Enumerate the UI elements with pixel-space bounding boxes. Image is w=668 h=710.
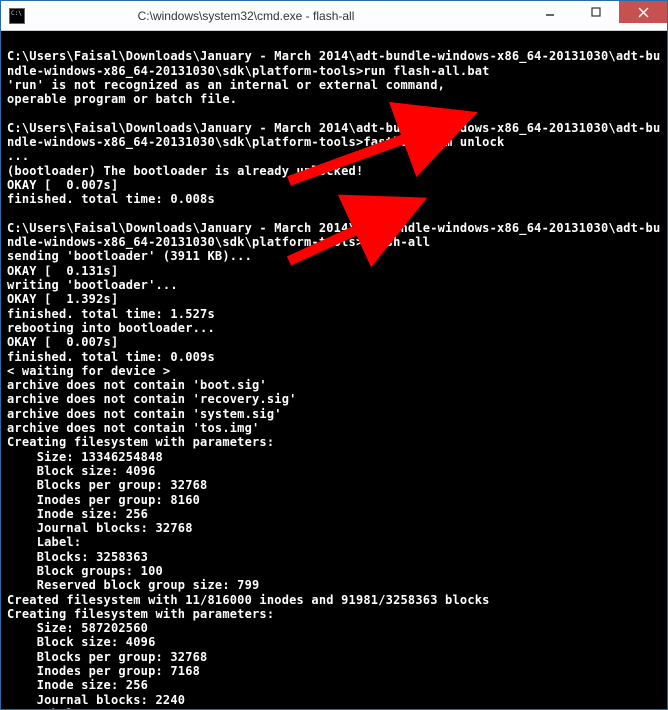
maximize-icon <box>591 7 601 17</box>
minimize-icon <box>545 7 555 17</box>
window-title: C:\windows\system32\cmd.exe - flash-all <box>0 9 527 23</box>
close-button[interactable] <box>619 1 667 23</box>
minimize-button[interactable] <box>527 1 573 23</box>
cmd-icon <box>9 8 25 24</box>
close-icon <box>638 7 649 18</box>
window-controls <box>527 1 667 30</box>
terminal-output[interactable]: C:\Users\Faisal\Downloads\January - Marc… <box>1 31 667 709</box>
titlebar[interactable]: C:\windows\system32\cmd.exe - flash-all <box>1 1 667 31</box>
maximize-button[interactable] <box>573 1 619 23</box>
cmd-window: C:\windows\system32\cmd.exe - flash-all … <box>0 0 668 710</box>
